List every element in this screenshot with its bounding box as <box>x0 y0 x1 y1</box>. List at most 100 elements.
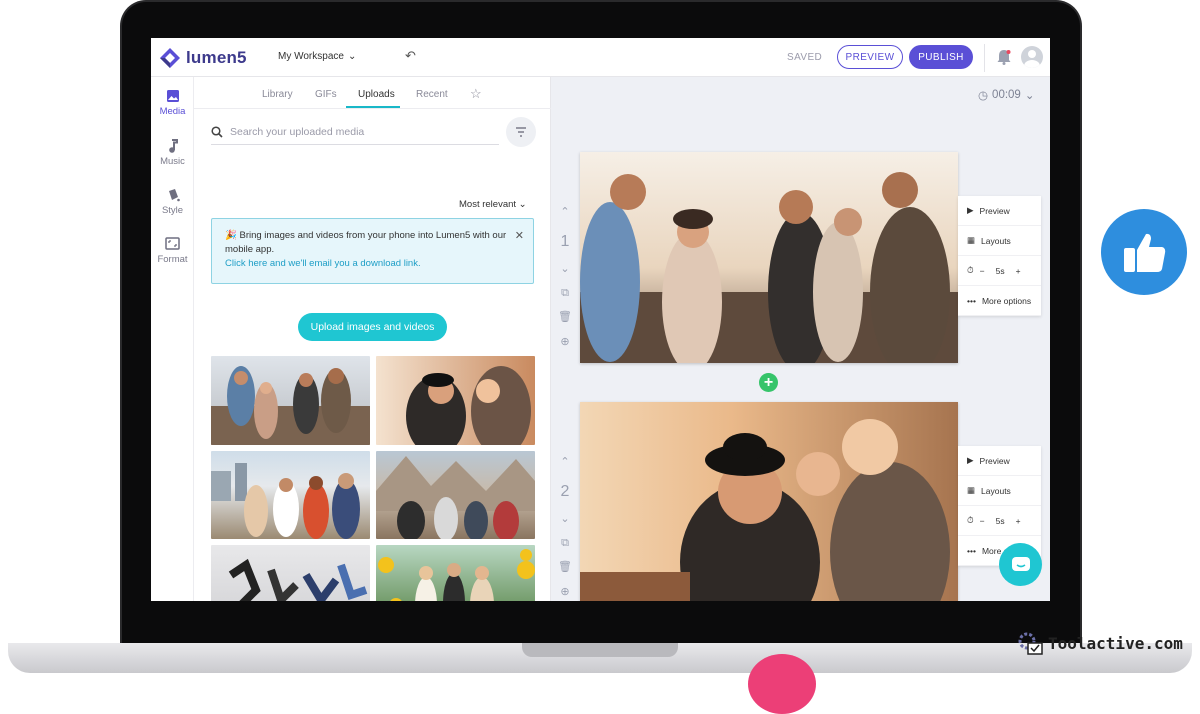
media-thumbnail[interactable] <box>376 451 535 539</box>
laptop-notch <box>522 643 678 657</box>
nav-label: Music <box>160 156 185 167</box>
photo-group-mountains <box>376 456 535 539</box>
move-down-icon[interactable]: ⌄ <box>557 262 573 275</box>
nav-item-style[interactable]: Style <box>151 188 194 216</box>
decrease-button[interactable]: − <box>980 266 985 276</box>
avatar[interactable] <box>1021 46 1043 68</box>
photo-friends-laughing <box>211 366 370 445</box>
chat-icon <box>1011 556 1030 571</box>
move-down-icon[interactable]: ⌄ <box>557 512 573 525</box>
music-note-icon <box>151 139 194 153</box>
image-icon <box>151 89 194 103</box>
search-icon <box>211 125 223 138</box>
sort-dropdown[interactable]: Most relevant ⌄ <box>459 199 527 210</box>
nav-label: Format <box>157 254 188 265</box>
nav-item-format[interactable]: Format <box>151 237 194 265</box>
tab-recent[interactable]: Recent <box>416 89 448 100</box>
media-thumbnail[interactable] <box>376 545 535 601</box>
nav-item-music[interactable]: Music <box>151 139 194 167</box>
menu-label: Layouts <box>981 485 1011 496</box>
duration-value: 00:09 <box>992 89 1021 101</box>
slide-layouts-button[interactable]: ▦ Layouts <box>958 476 1041 506</box>
search-field[interactable]: Search your uploaded media <box>211 119 499 145</box>
tab-uploads[interactable]: Uploads <box>358 89 395 100</box>
move-up-icon[interactable]: ⌃ <box>557 455 573 468</box>
increase-button[interactable]: + <box>1016 516 1021 526</box>
add-circle-icon[interactable]: ⊕ <box>557 335 573 348</box>
aspect-ratio-icon <box>151 237 194 251</box>
tab-library[interactable]: Library <box>262 89 293 100</box>
decrease-button[interactable]: − <box>980 516 985 526</box>
clock-icon: ◷ <box>978 90 989 102</box>
watermark: Toolactive.com <box>1018 630 1183 656</box>
slide-options-menu: ▶ Preview ▦ Layouts ⏱−5s + ••• More options <box>958 196 1041 316</box>
mobile-app-notice: 🎉 Bring images and videos from your phon… <box>211 218 534 284</box>
search-placeholder: Search your uploaded media <box>230 125 365 138</box>
paint-bucket-icon <box>151 188 194 202</box>
layouts-icon: ▦ <box>967 485 976 495</box>
stopwatch-icon: ⏱ <box>967 265 974 275</box>
add-circle-icon[interactable]: ⊕ <box>557 585 573 598</box>
star-icon[interactable]: ☆ <box>470 86 482 102</box>
trash-icon[interactable]: 🗑 <box>557 310 573 323</box>
close-icon[interactable]: ✕ <box>515 229 524 243</box>
undo-icon[interactable]: ↶ <box>405 48 416 64</box>
increase-button[interactable]: + <box>1016 266 1021 276</box>
slide-number: 1 <box>560 233 570 250</box>
notice-text: Bring images and videos from your phone … <box>225 230 507 255</box>
trash-icon[interactable]: 🗑 <box>557 560 573 573</box>
sort-label: Most relevant <box>459 199 517 210</box>
workspace-selector[interactable]: My Workspace ⌄ <box>278 51 356 62</box>
upload-media-button[interactable]: Upload images and videos <box>298 313 447 341</box>
tab-gifs[interactable]: GIFs <box>315 89 337 100</box>
photo-sunflower-field <box>378 549 535 601</box>
slide-preview-button[interactable]: ▶ Preview <box>958 446 1041 476</box>
chevron-down-icon: ⌄ <box>347 51 357 62</box>
chevron-down-icon: ⌄ <box>1024 90 1035 102</box>
media-thumbnail[interactable] <box>211 356 370 445</box>
nav-item-media[interactable]: Media <box>151 89 194 117</box>
decorative-circle <box>748 654 816 714</box>
chevron-down-icon: ⌄ <box>518 199 527 210</box>
duration-value: 5s <box>995 515 1005 526</box>
lumen5-logo-icon <box>160 48 180 68</box>
preview-button[interactable]: PREVIEW <box>837 45 903 69</box>
slide-duration-stepper: ⏱ −5s + <box>958 506 1041 536</box>
media-panel: Library GIFs Uploads Recent ☆ Search you… <box>194 77 551 601</box>
party-icon: 🎉 <box>225 230 237 241</box>
thumbs-up-icon <box>1101 209 1187 295</box>
left-nav: Media Music Style Format <box>151 77 194 601</box>
watermark-text: Toolactive.com <box>1048 633 1183 653</box>
duration-display[interactable]: ◷ 00:09 ⌄ <box>978 88 1034 102</box>
media-thumbnail[interactable] <box>211 451 370 539</box>
layouts-icon: ▦ <box>967 235 976 245</box>
menu-label: Layouts <box>981 235 1011 246</box>
slide-preview[interactable] <box>580 402 958 601</box>
publish-button[interactable]: PUBLISH <box>909 45 973 69</box>
filter-icon[interactable] <box>506 117 536 147</box>
slide-more-options-button[interactable]: ••• More options <box>958 286 1041 316</box>
duplicate-icon[interactable]: ⧉ <box>557 287 573 300</box>
duration-value: 5s <box>995 265 1005 276</box>
media-thumbnail[interactable] <box>211 545 370 601</box>
photo-friends-jumping <box>228 558 368 601</box>
app-screen: lumen5 My Workspace ⌄ ↶ SAVED PREVIEW PU… <box>151 38 1050 601</box>
notice-link[interactable]: Click here and we'll email you a downloa… <box>225 258 421 269</box>
add-slide-button[interactable]: + <box>759 373 778 392</box>
gear-icon <box>1018 632 1043 655</box>
nav-label: Style <box>161 205 184 216</box>
menu-label: Preview <box>979 205 1010 216</box>
active-tab-indicator <box>346 106 400 108</box>
media-thumbnail[interactable] <box>376 356 535 445</box>
slide-duration-stepper: ⏱ −5s + <box>958 256 1041 286</box>
chat-support-button[interactable] <box>999 543 1042 586</box>
slide-preview[interactable] <box>580 152 958 363</box>
more-icon: ••• <box>967 295 976 306</box>
slide-layouts-button[interactable]: ▦ Layouts <box>958 226 1041 256</box>
duplicate-icon[interactable]: ⧉ <box>557 537 573 550</box>
logo[interactable]: lumen5 <box>159 47 247 69</box>
bell-icon[interactable] <box>997 49 1011 70</box>
logo-text: lumen5 <box>186 48 247 67</box>
slide-preview-button[interactable]: ▶ Preview <box>958 196 1041 226</box>
move-up-icon[interactable]: ⌃ <box>557 205 573 218</box>
